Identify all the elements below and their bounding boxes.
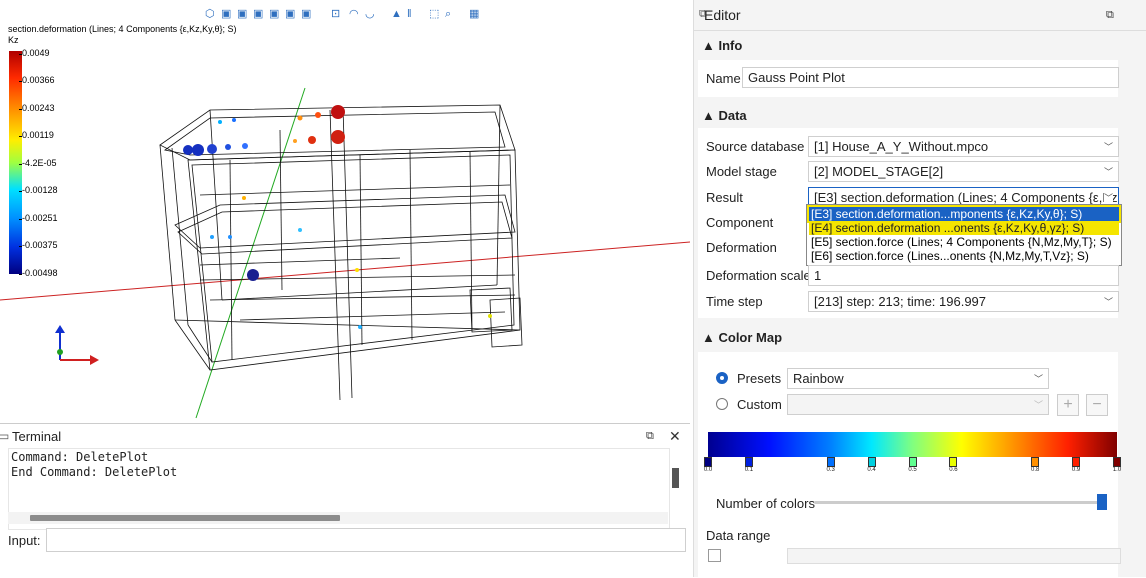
color-stop[interactable]: 1.0 — [1107, 457, 1127, 473]
terminal-icon: ▭ — [0, 429, 10, 443]
source-database-select[interactable]: [1] House_A_Y_Without.mpco ﹀ — [808, 136, 1119, 157]
3d-viewport[interactable]: ⬡ ▣ ▣ ▣ ▣ ▣ ▣ ⊡ ◠ ◡ ▲ ‖ ⬚ ⌕ ▦ section.de… — [0, 0, 690, 420]
float-icon[interactable]: ⧉ — [646, 430, 654, 443]
custom-radio[interactable] — [716, 398, 728, 410]
collapse-icon: ▲ — [702, 38, 719, 53]
color-stop-marker[interactable] — [908, 457, 917, 467]
vertical-scrollbar[interactable] — [672, 468, 679, 488]
data-range-label: Data range — [706, 528, 771, 543]
terminal-title: Terminal — [12, 429, 62, 444]
deformation-label: Deformation — [706, 240, 777, 255]
color-map-header-label: Color Map — [718, 330, 783, 345]
editor-title: Editor — [704, 7, 741, 23]
color-stop[interactable]: 0.1 — [739, 457, 759, 473]
collapse-icon: ▲ — [702, 330, 719, 345]
color-stop-marker[interactable] — [1113, 457, 1121, 467]
chevron-down-icon: ﹀ — [1033, 374, 1043, 384]
result-option[interactable]: [E5] section.force (Lines; 4 Components … — [809, 235, 1119, 249]
horizontal-scrollbar[interactable] — [8, 512, 668, 524]
model-stage-value: [2] MODEL_STAGE[2] — [814, 164, 944, 179]
color-stop-marker[interactable] — [867, 457, 876, 467]
editor-panel: ⧉ Editor ⧉ ▲ Info Name Gauss Point Plot … — [693, 0, 1146, 577]
color-stop-marker[interactable] — [1031, 457, 1040, 467]
deformation-scale-label: Deformation scale — [706, 268, 811, 283]
time-step-value: [213] step: 213; time: 196.997 — [814, 294, 987, 309]
color-stop-label: 0.3 — [826, 467, 835, 473]
color-stop[interactable]: 0.8 — [1025, 457, 1045, 473]
structure-model — [0, 87, 690, 419]
deformation-scale-field[interactable]: 1 — [808, 265, 1119, 286]
color-stop-label: 0.1 — [744, 467, 754, 473]
terminal-line: Command: DeletePlot — [11, 450, 149, 464]
color-stop[interactable]: 0.6 — [943, 457, 963, 473]
chevron-down-icon: ﹀ — [1033, 400, 1043, 410]
presets-label: Presets — [737, 371, 782, 386]
component-label: Component — [706, 215, 774, 230]
color-stop-label: 0.4 — [867, 467, 876, 473]
add-button[interactable]: + — [1057, 394, 1079, 416]
color-stop[interactable]: 0.4 — [862, 457, 882, 473]
data-range-field[interactable] — [787, 548, 1121, 564]
result-option[interactable]: [E6] section.force (Lines...onents {N,Mz… — [809, 249, 1119, 263]
color-map-section-header[interactable]: ▲ Color Map — [702, 330, 782, 345]
custom-label: Custom — [737, 397, 782, 412]
color-stop-label: 0.9 — [1071, 467, 1081, 473]
color-stop-marker[interactable] — [826, 457, 835, 467]
float-icon[interactable]: ⧉ — [1106, 9, 1114, 22]
close-icon[interactable]: ✕ — [669, 428, 681, 445]
editor-header-divider — [694, 30, 1146, 31]
presets-radio[interactable] — [716, 372, 728, 384]
name-label: Name — [706, 71, 741, 86]
result-dropdown-list: [E3] section.deformation...mponents {ε,K… — [806, 204, 1122, 266]
color-map-gradient — [708, 432, 1117, 457]
result-value: [E3] section.deformation (Lines; 4 Compo… — [814, 190, 1118, 205]
name-field[interactable]: Gauss Point Plot — [742, 67, 1119, 88]
data-header-label: Data — [718, 108, 747, 123]
color-stop-label: 0.8 — [1031, 467, 1040, 473]
terminal-panel: ▭ Terminal ⧉ ✕ Command: DeletePlot End C… — [0, 423, 690, 578]
chevron-down-icon: ﹀ — [1103, 191, 1113, 204]
input-label: Input: — [8, 533, 41, 548]
source-database-value: [1] House_A_Y_Without.mpco — [814, 139, 989, 154]
time-step-label: Time step — [706, 294, 763, 309]
color-stop-marker[interactable] — [1072, 457, 1081, 467]
color-stop-marker[interactable] — [744, 457, 753, 467]
presets-value: Rainbow — [793, 371, 844, 386]
color-stops: 0.0 0.1 0.3 0.4 0.5 0.6 0.8 0.9 1.0 — [704, 457, 1121, 479]
color-stop[interactable]: 0.9 — [1066, 457, 1086, 473]
color-stop[interactable]: 0.5 — [903, 457, 923, 473]
color-stop-label: 0.5 — [908, 467, 917, 473]
result-label: Result — [706, 190, 743, 205]
presets-select[interactable]: Rainbow ﹀ — [787, 368, 1049, 389]
number-of-colors-label: Number of colors — [716, 496, 815, 511]
color-stop[interactable]: 0.3 — [821, 457, 841, 473]
scrollbar-thumb[interactable] — [30, 515, 340, 521]
color-stop[interactable]: 0.0 — [698, 457, 718, 473]
result-option[interactable]: [E3] section.deformation...mponents {ε,K… — [807, 205, 1121, 223]
color-stop-marker[interactable] — [949, 457, 958, 467]
slider-handle[interactable] — [1097, 494, 1107, 510]
time-step-select[interactable]: [213] step: 213; time: 196.997 ﹀ — [808, 291, 1119, 312]
command-input[interactable] — [46, 528, 686, 552]
custom-select[interactable]: ﹀ — [787, 394, 1049, 415]
remove-button[interactable]: − — [1086, 394, 1108, 416]
data-section-header[interactable]: ▲ Data — [702, 108, 747, 123]
result-option[interactable]: [E4] section.deformation ...onents {ε,Kz… — [809, 221, 1119, 235]
source-database-label: Source database — [706, 139, 805, 154]
collapse-icon: ▲ — [702, 108, 719, 123]
info-header-label: Info — [718, 38, 743, 53]
color-stop-label: 1.0 — [1112, 467, 1122, 473]
data-range-checkbox[interactable] — [708, 549, 721, 562]
chevron-down-icon: ﹀ — [1103, 142, 1113, 152]
color-stop-label: 0.6 — [949, 467, 958, 473]
info-section-header[interactable]: ▲ Info — [702, 38, 742, 53]
number-of-colors-slider[interactable] — [814, 501, 1107, 504]
color-stop-marker[interactable] — [704, 457, 712, 467]
model-stage-label: Model stage — [706, 164, 777, 179]
model-stage-select[interactable]: [2] MODEL_STAGE[2] ﹀ — [808, 161, 1119, 182]
color-stop-label: 0.0 — [703, 467, 713, 473]
terminal-line: End Command: DeletePlot — [11, 465, 178, 479]
chevron-down-icon: ﹀ — [1103, 167, 1113, 177]
chevron-down-icon: ﹀ — [1103, 297, 1113, 307]
